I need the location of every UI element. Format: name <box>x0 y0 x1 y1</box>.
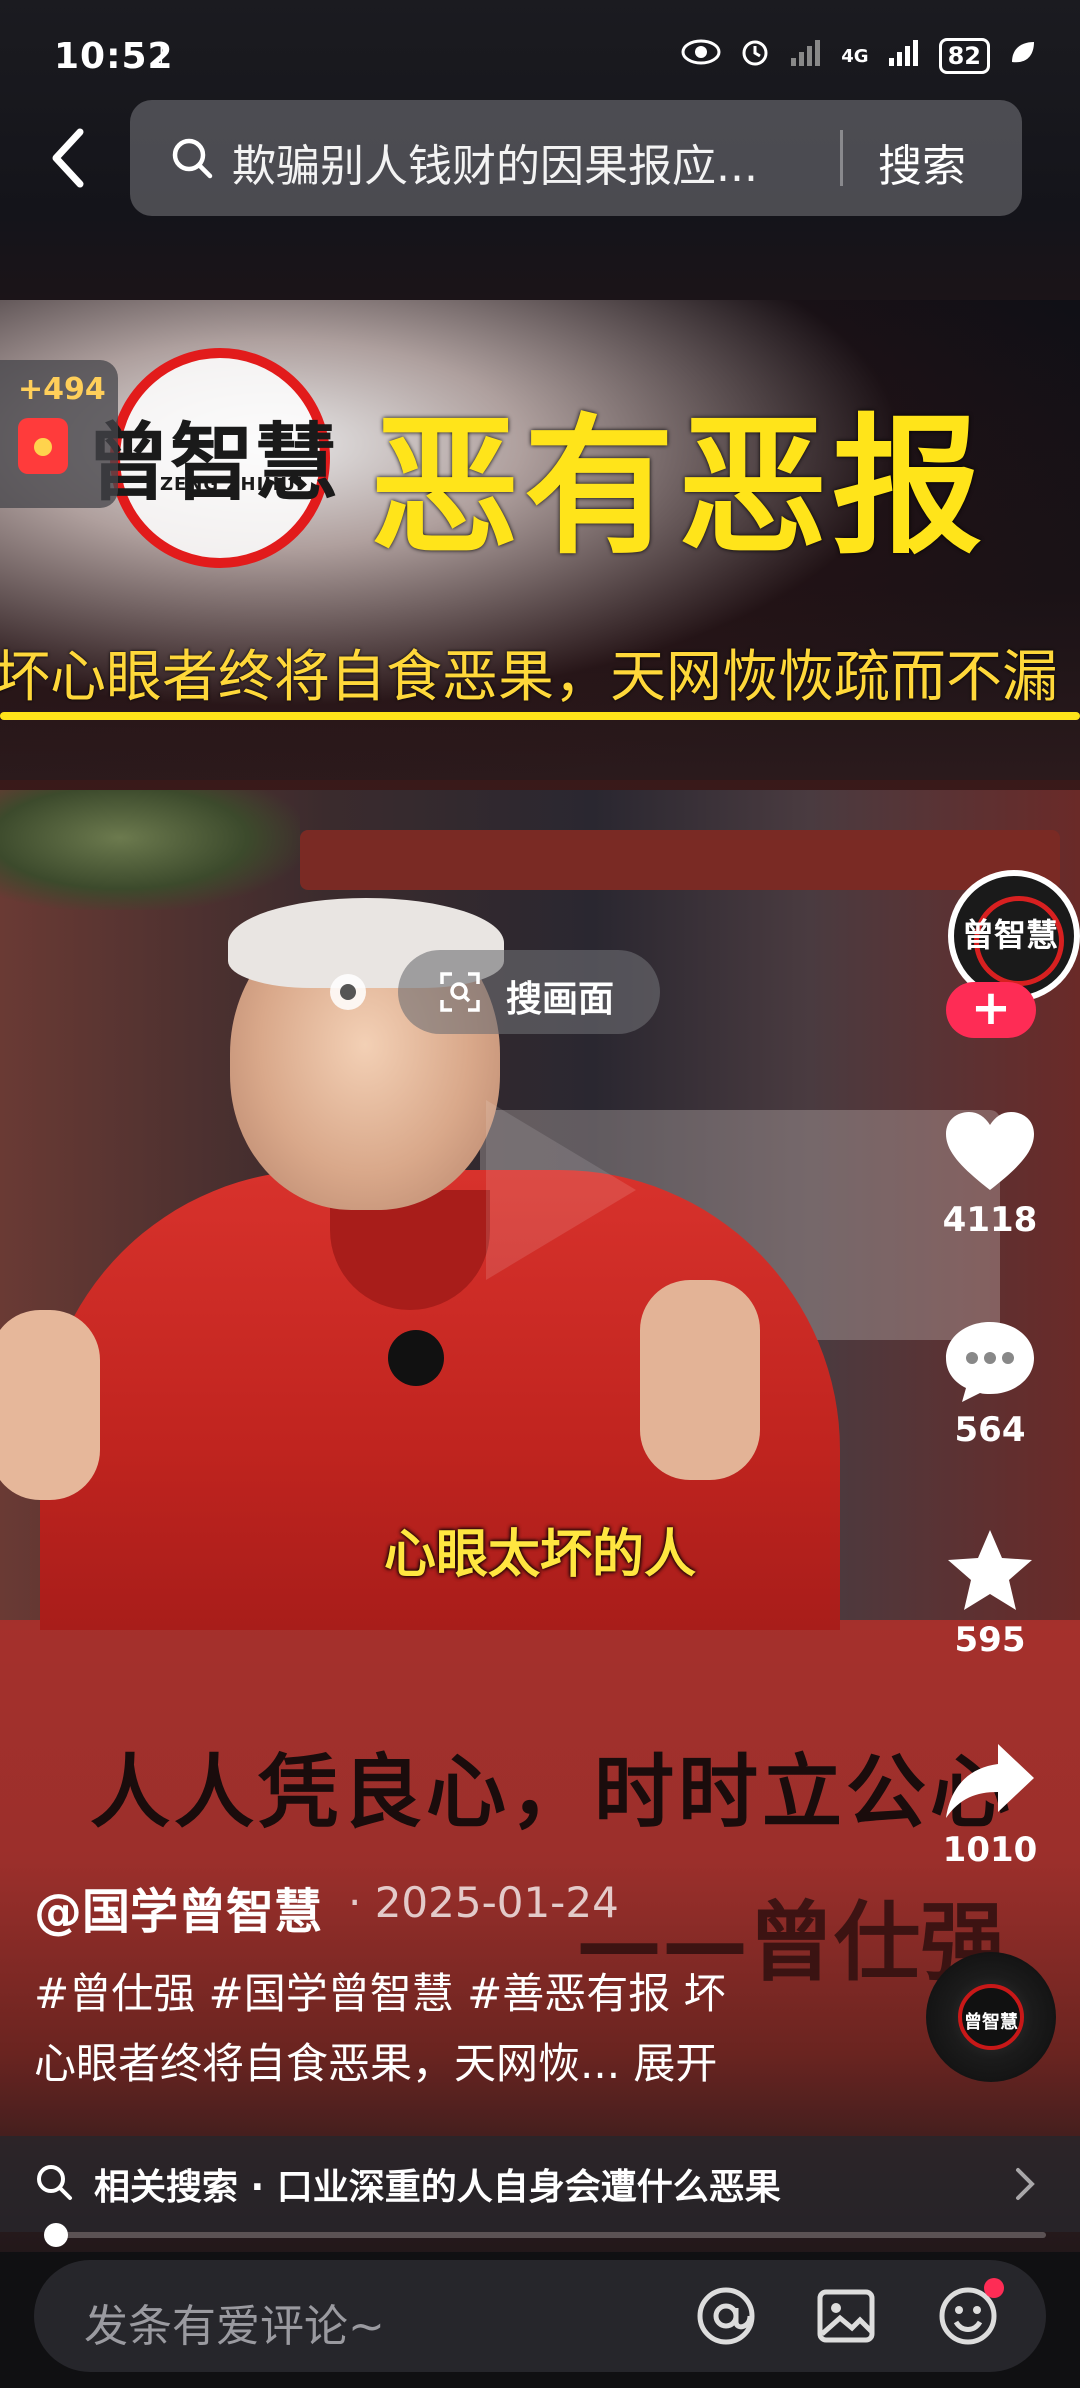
lapel-mic <box>388 1330 444 1386</box>
search-icon <box>172 138 213 179</box>
red-envelope-icon <box>18 418 68 474</box>
at-mention-icon[interactable] <box>694 2284 758 2348</box>
music-disc-text: 曾智慧 <box>964 2012 1018 2033</box>
comment-input[interactable]: 发条有爱评论~ <box>34 2260 1046 2372</box>
related-search-text: 相关搜索 · 口业深重的人自身会遭什么恶果 <box>94 2167 781 2208</box>
red-packet-count: +494 <box>18 372 106 407</box>
speaker-left-hand <box>0 1310 100 1500</box>
scan-icon <box>440 972 480 1012</box>
eye-icon <box>681 38 721 74</box>
scan-image-button[interactable]: 搜画面 <box>398 950 660 1034</box>
network-type: 4G <box>841 45 869 67</box>
emoji-button[interactable] <box>936 2278 1004 2348</box>
roof-background <box>300 830 1060 890</box>
video-title-banner: 曾智慧 ZENG ZHIHUI 恶有恶报 坏心眼者终将自食恶果，天网恢恢疏而不漏 <box>0 300 1080 780</box>
post-description-text: 心眼者终将自食恶果，天网恢... <box>34 2039 621 2088</box>
speaker-right-hand <box>640 1280 760 1480</box>
expand-button[interactable]: 展开 <box>620 2039 717 2088</box>
search-icon <box>37 2165 72 2200</box>
play-icon <box>486 1100 636 1280</box>
video-feed-screen: 10:52 ♪ 4G 82 欺骗别人钱财的因果报应... 搜索 曾智慧 ZENG… <box>0 0 1080 2388</box>
tiktok-icon: ♪ <box>152 40 172 75</box>
back-button[interactable] <box>40 122 100 194</box>
post-description-line1[interactable]: #曾仕强 #国学曾智慧 #善恶有报 坏 <box>34 1960 726 2021</box>
brand-logo-subtext: ZENG ZHIHUI <box>160 474 304 495</box>
comment-bar: 发条有爱评论~ <box>0 2252 1080 2388</box>
post-date: · 2025-01-24 <box>348 1878 619 1927</box>
author-name[interactable]: @国学曾智慧 <box>34 1872 322 1942</box>
favorite-button[interactable]: 595 <box>936 1528 1044 1660</box>
related-search-bar[interactable]: 相关搜索 · 口业深重的人自身会遭什么恶果 <box>0 2136 1080 2232</box>
status-bar: 10:52 ♪ 4G 82 <box>0 0 1080 110</box>
star-icon <box>948 1530 1032 1610</box>
search-bar[interactable]: 欺骗别人钱财的因果报应... 搜索 <box>130 100 1022 216</box>
banner-title: 恶有恶报 <box>370 401 987 575</box>
video-subtitle: 心眼太坏的人 <box>383 1525 696 1585</box>
image-icon[interactable] <box>814 2284 878 2348</box>
banner-underline <box>0 712 1080 720</box>
comment-count: 564 <box>954 1410 1026 1450</box>
signal-icon <box>789 38 823 74</box>
red-packet-reward[interactable]: +494 <box>0 360 118 508</box>
avatar-text: 曾智慧 <box>962 916 1059 954</box>
focus-dot <box>330 974 366 1010</box>
video-progress-knob[interactable] <box>44 2223 68 2247</box>
search-button[interactable]: 搜索 <box>878 130 966 194</box>
battery-level: 82 <box>938 38 990 74</box>
chevron-right-icon <box>1016 2168 1035 2200</box>
like-count: 4118 <box>942 1200 1038 1240</box>
share-icon <box>946 1744 1034 1818</box>
heart-icon <box>946 1112 1034 1190</box>
video-progress-bar[interactable] <box>44 2223 1046 2247</box>
status-icons: 4G 82 <box>681 36 1036 76</box>
signal-icon-2 <box>887 38 921 74</box>
music-disc-label: 曾智慧 <box>958 1984 1024 2050</box>
follow-button[interactable]: + <box>946 982 1036 1038</box>
search-divider <box>840 130 843 186</box>
post-description-line2[interactable]: 心眼者终将自食恶果，天网恢... 展开 <box>34 2030 717 2091</box>
like-button[interactable]: 4118 <box>936 1108 1044 1240</box>
banner-subtitle: 坏心眼者终将自食恶果，天网恢恢疏而不漏 <box>0 645 1058 710</box>
video-frame[interactable]: 搜画面 心眼太坏的人 <box>0 790 1080 1630</box>
favorite-count: 595 <box>954 1620 1026 1660</box>
music-disc[interactable]: 曾智慧 <box>926 1952 1056 2082</box>
share-count: 1010 <box>942 1830 1038 1870</box>
share-button[interactable]: 1010 <box>936 1738 1044 1870</box>
brand-logo-text: 曾智慧 <box>86 413 339 512</box>
search-query[interactable]: 欺骗别人钱财的因果报应... <box>232 130 758 194</box>
alarm-icon <box>739 36 771 76</box>
tree-background <box>0 790 300 910</box>
notification-dot <box>984 2278 1004 2298</box>
leaf-icon <box>1008 38 1036 74</box>
comment-icon <box>946 1322 1034 1402</box>
comment-button[interactable]: 564 <box>936 1318 1044 1450</box>
chevron-left-icon <box>52 128 84 188</box>
quote-text: 人人凭良心，时时立公心 <box>90 1746 1014 1839</box>
scan-label: 搜画面 <box>506 979 615 1020</box>
comment-placeholder: 发条有爱评论~ <box>84 2301 385 2352</box>
